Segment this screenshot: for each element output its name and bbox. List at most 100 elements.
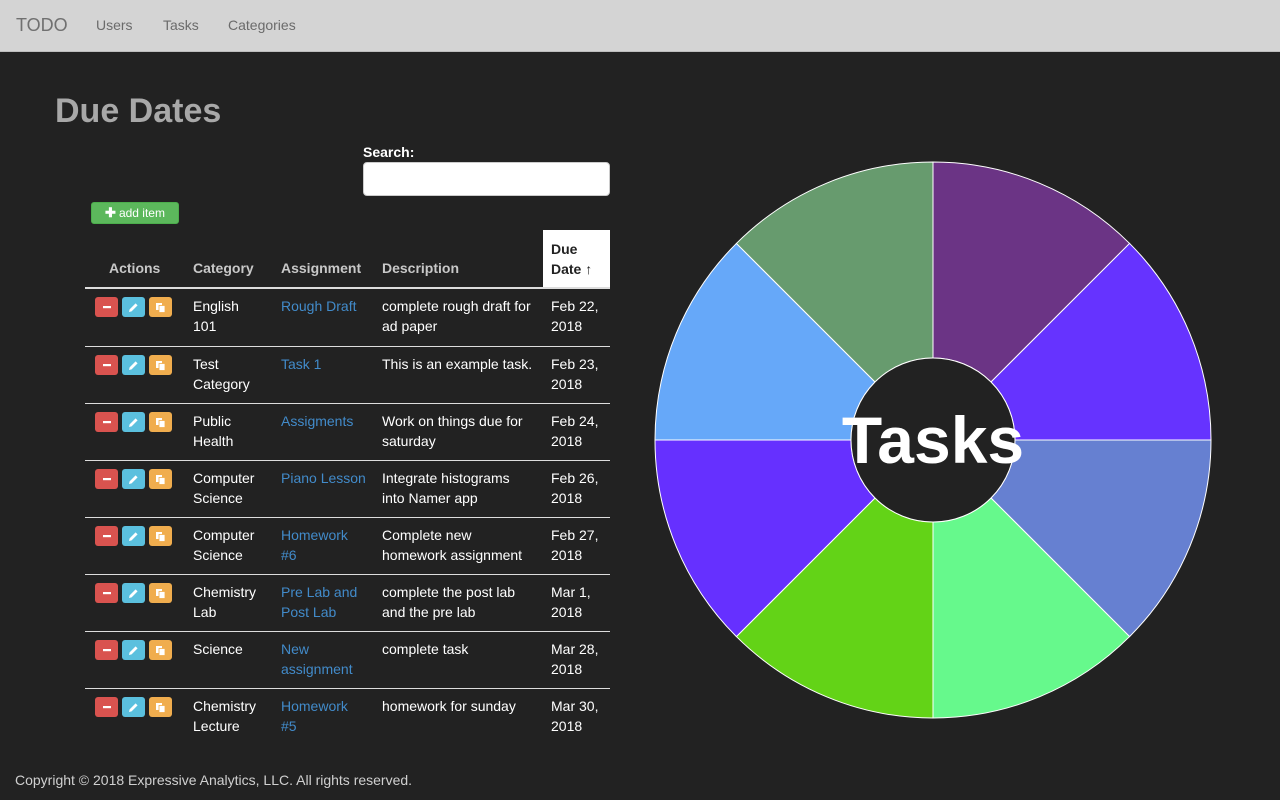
column-header-due-date[interactable]: Due Date ↑ bbox=[543, 230, 610, 287]
due-date-cell-line: Feb 23, bbox=[551, 356, 599, 372]
copy-button[interactable] bbox=[149, 526, 172, 546]
description-cell-line: complete the post lab bbox=[382, 584, 516, 600]
description-cell-line: into Namer app bbox=[382, 490, 478, 506]
chart-center-label: Tasks bbox=[842, 403, 1024, 477]
minus-icon bbox=[102, 417, 112, 427]
plus-icon: ✚ bbox=[105, 205, 116, 220]
copy-button[interactable] bbox=[149, 583, 172, 603]
tasks-pie-chart: Tasks bbox=[654, 161, 1212, 719]
column-header-assignment[interactable]: Assignment bbox=[281, 230, 361, 287]
assignment-link[interactable]: Homework #5 bbox=[281, 696, 373, 736]
assignment-link[interactable]: Task 1 bbox=[281, 354, 373, 374]
copy-button[interactable] bbox=[149, 297, 172, 317]
delete-button[interactable] bbox=[95, 526, 118, 546]
edit-button[interactable] bbox=[122, 640, 145, 660]
assignment-link[interactable]: Rough Draft bbox=[281, 296, 373, 316]
edit-button[interactable] bbox=[122, 469, 145, 489]
category-cell: Science bbox=[193, 639, 273, 659]
edit-button[interactable] bbox=[122, 355, 145, 375]
description-cell-line: complete task bbox=[382, 641, 469, 657]
column-header-due-label: Due bbox=[551, 241, 578, 257]
category-cell-line: Science bbox=[193, 490, 243, 506]
nav-link-tasks[interactable]: Tasks bbox=[163, 17, 199, 33]
category-cell-line: Chemistry bbox=[193, 698, 257, 714]
assignment-link-line: Assigments bbox=[281, 413, 354, 429]
assignment-link[interactable]: New assignment bbox=[281, 639, 373, 679]
table-row: Test Category Task 1 This is an example tas… bbox=[85, 346, 610, 403]
copy-icon bbox=[155, 360, 166, 371]
row-actions bbox=[95, 469, 176, 489]
copy-button[interactable] bbox=[149, 640, 172, 660]
column-header-category[interactable]: Category bbox=[193, 230, 254, 287]
row-actions bbox=[95, 297, 176, 317]
delete-button[interactable] bbox=[95, 640, 118, 660]
table-row: Computer Science Piano Lesson Integrate his… bbox=[85, 460, 610, 517]
category-cell-line: Computer bbox=[193, 527, 255, 543]
edit-button[interactable] bbox=[122, 297, 145, 317]
footer-copyright: Copyright © 2018 Expressive Analytics, L… bbox=[15, 772, 413, 788]
table-row: English 101 Rough Draft complete rough draf… bbox=[85, 289, 610, 346]
delete-button[interactable] bbox=[95, 355, 118, 375]
due-date-cell: Mar 28, 2018 bbox=[551, 639, 607, 679]
description-cell-line: homework assignment bbox=[382, 547, 523, 563]
page-title: Due Dates bbox=[55, 92, 222, 130]
description-cell-line: saturday bbox=[382, 433, 436, 449]
edit-button[interactable] bbox=[122, 697, 145, 717]
due-date-cell-line: 2018 bbox=[551, 604, 583, 620]
edit-button[interactable] bbox=[122, 526, 145, 546]
copy-button[interactable] bbox=[149, 355, 172, 375]
copy-icon bbox=[155, 588, 166, 599]
row-actions bbox=[95, 526, 176, 546]
description-cell: complete task bbox=[382, 639, 542, 659]
assignment-link[interactable]: Homework #6 bbox=[281, 525, 373, 565]
minus-icon bbox=[102, 645, 112, 655]
nav-link-categories[interactable]: Categories bbox=[228, 17, 296, 33]
delete-button[interactable] bbox=[95, 412, 118, 432]
minus-icon bbox=[102, 302, 112, 312]
description-cell-line: and the pre lab bbox=[382, 604, 476, 620]
minus-icon bbox=[102, 360, 112, 370]
category-cell-line: Lecture bbox=[193, 718, 240, 734]
delete-button[interactable] bbox=[95, 469, 118, 489]
copy-icon bbox=[155, 417, 166, 428]
assignment-link-line: Task 1 bbox=[281, 356, 322, 372]
delete-button[interactable] bbox=[95, 697, 118, 717]
category-cell: Computer Science bbox=[193, 468, 273, 508]
assignment-link-line: #5 bbox=[281, 718, 297, 734]
minus-icon bbox=[102, 474, 112, 484]
assignment-link-line: Pre Lab and bbox=[281, 584, 358, 600]
pencil-icon bbox=[128, 531, 139, 542]
description-cell-line: Work on things due for bbox=[382, 413, 523, 429]
edit-button[interactable] bbox=[122, 412, 145, 432]
navbar-brand[interactable]: TODO bbox=[16, 15, 68, 36]
due-date-cell-line: Mar 30, bbox=[551, 698, 599, 714]
copy-button[interactable] bbox=[149, 697, 172, 717]
table-row: Computer Science Homework #6 Complete new hom… bbox=[85, 517, 610, 574]
due-date-cell-line: 2018 bbox=[551, 376, 583, 392]
category-cell-line: Computer bbox=[193, 470, 255, 486]
row-actions bbox=[95, 412, 176, 432]
table-row: Public Health Assigments Work on things due… bbox=[85, 403, 610, 460]
assignment-link-line: Homework bbox=[281, 527, 348, 543]
task-table-body: English 101 Rough Draft complete rough draf… bbox=[85, 289, 610, 745]
due-date-cell-line: 2018 bbox=[551, 433, 583, 449]
delete-button[interactable] bbox=[95, 297, 118, 317]
category-cell-line: Science bbox=[193, 547, 243, 563]
assignment-link-line: New bbox=[281, 641, 310, 657]
assignment-link[interactable]: Assigments bbox=[281, 411, 373, 431]
navbar: TODO Users Tasks Categories bbox=[0, 0, 1280, 52]
assignment-link-line: Rough Draft bbox=[281, 298, 357, 314]
description-cell: This is an example task. bbox=[382, 354, 542, 374]
category-cell-line: Health bbox=[193, 433, 234, 449]
add-item-button[interactable]: ✚ add item bbox=[91, 202, 179, 224]
search-input[interactable] bbox=[363, 162, 610, 196]
delete-button[interactable] bbox=[95, 583, 118, 603]
assignment-link[interactable]: Piano Lesson bbox=[281, 468, 373, 488]
edit-button[interactable] bbox=[122, 583, 145, 603]
column-header-description[interactable]: Description bbox=[382, 230, 459, 287]
nav-link-users[interactable]: Users bbox=[96, 17, 133, 33]
assignment-link[interactable]: Pre Lab and Post Lab bbox=[281, 582, 373, 622]
copy-button[interactable] bbox=[149, 469, 172, 489]
add-item-label: add item bbox=[118, 206, 165, 220]
copy-button[interactable] bbox=[149, 412, 172, 432]
